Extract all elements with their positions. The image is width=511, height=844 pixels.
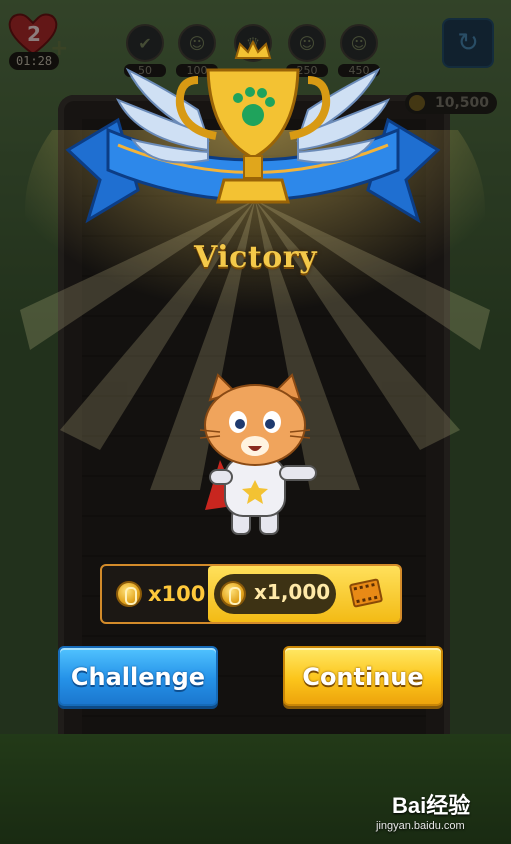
ad-bonus-pill: x1,000: [214, 574, 336, 614]
challenge-button[interactable]: Challenge: [58, 646, 218, 706]
trophy-icon: [65, 40, 441, 224]
ad-bonus-amount: x1,000: [254, 580, 331, 604]
watermark: Bai经验 jingyan.baidu.com: [376, 786, 502, 836]
video-ad-icon: [349, 578, 383, 608]
base-reward[interactable]: x100: [108, 576, 208, 612]
cat-hero-icon: [199, 373, 317, 535]
continue-button[interactable]: Continue: [283, 646, 443, 706]
base-reward-amount: x100: [148, 582, 206, 606]
watermark-brand: Bai经验: [392, 793, 471, 818]
victory-title: Victory: [193, 240, 318, 275]
game-screen: 2 + 01:28 ✔ 50 ☺ 100 ♛ ☺ 250 ☺ 450 ↻ 10,…: [0, 0, 511, 844]
reward-options: x100 x1,000: [100, 564, 402, 624]
coin-icon: [116, 581, 142, 607]
ad-bonus-reward[interactable]: x1,000: [208, 566, 400, 622]
coin-icon: [220, 581, 246, 607]
watermark-url: jingyan.baidu.com: [376, 820, 465, 832]
